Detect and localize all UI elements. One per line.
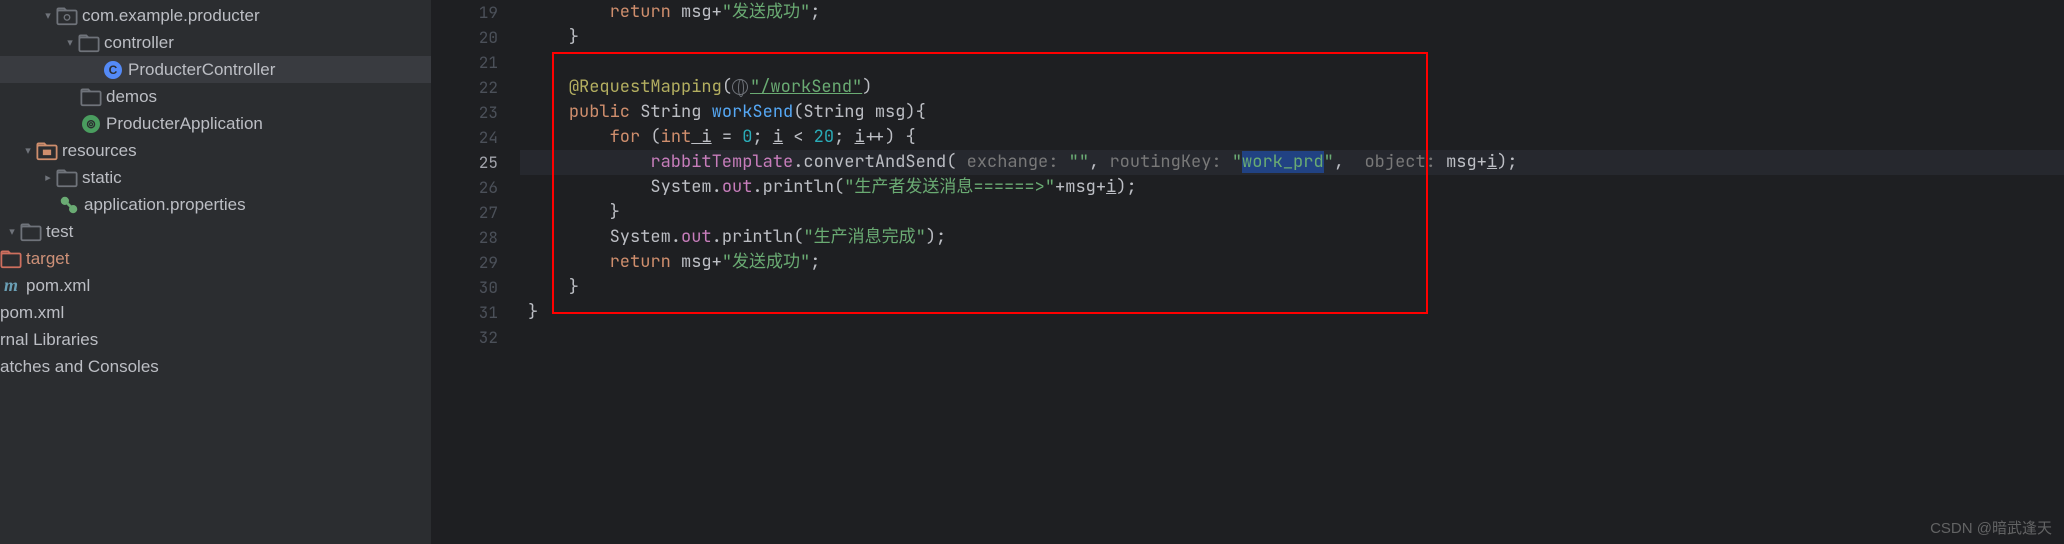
code-line: public String workSend(String msg){ bbox=[528, 100, 2064, 125]
tree-productercontroller[interactable]: C ProducterController bbox=[0, 56, 431, 83]
code-line: } bbox=[528, 200, 2064, 225]
line-number: 22 bbox=[432, 75, 498, 100]
line-number: 30 bbox=[432, 275, 498, 300]
code-line: } bbox=[528, 300, 2064, 325]
tree-label: test bbox=[46, 222, 73, 242]
line-number: 29 bbox=[432, 250, 498, 275]
tree-label: resources bbox=[62, 141, 137, 161]
tree-producterapp[interactable]: ⊚ ProducterApplication bbox=[0, 110, 431, 137]
tree-static[interactable]: ▸ static bbox=[0, 164, 431, 191]
folder-icon bbox=[20, 221, 42, 243]
gutter: 19 20 21 22 23 24 25 26 27 28 29 30 31 3… bbox=[432, 0, 520, 544]
properties-icon bbox=[58, 194, 80, 216]
folder-icon bbox=[78, 32, 100, 54]
tree-label: rnal Libraries bbox=[0, 330, 98, 350]
tree-libs[interactable]: rnal Libraries bbox=[0, 326, 431, 353]
watermark: CSDN @暗武逢天 bbox=[1930, 517, 2052, 538]
tree-label: pom.xml bbox=[0, 303, 64, 323]
tree-package[interactable]: ▾ com.example.producter bbox=[0, 2, 431, 29]
folder-icon bbox=[56, 5, 78, 27]
tree-label: static bbox=[82, 168, 122, 188]
chevron-down-icon: ▾ bbox=[62, 36, 78, 49]
code-line: } bbox=[528, 25, 2064, 50]
line-number: 27 bbox=[432, 200, 498, 225]
code-line bbox=[528, 50, 2064, 75]
tree-label: demos bbox=[106, 87, 157, 107]
line-number: 31 bbox=[432, 300, 498, 325]
tree-target[interactable]: target bbox=[0, 245, 431, 272]
tree-demos[interactable]: demos bbox=[0, 83, 431, 110]
class-icon: ⊚ bbox=[80, 115, 102, 133]
line-number: 23 bbox=[432, 100, 498, 125]
editor[interactable]: 19 20 21 22 23 24 25 26 27 28 29 30 31 3… bbox=[432, 0, 2064, 544]
tree-scratches[interactable]: atches and Consoles bbox=[0, 353, 431, 380]
chevron-right-icon: ▸ bbox=[40, 171, 56, 184]
tree-pom1[interactable]: m pom.xml bbox=[0, 272, 431, 299]
chevron-down-icon: ▾ bbox=[40, 9, 56, 22]
line-number: 24 bbox=[432, 125, 498, 150]
tree-label: pom.xml bbox=[26, 276, 90, 296]
tree-label: application.properties bbox=[84, 195, 246, 215]
globe-icon[interactable] bbox=[732, 79, 748, 95]
code-line: System.out.println("生产消息完成"); bbox=[528, 225, 2064, 250]
tree-resources[interactable]: ▾ resources bbox=[0, 137, 431, 164]
tree-label: atches and Consoles bbox=[0, 357, 159, 377]
resources-icon bbox=[36, 140, 58, 162]
tree-controller[interactable]: ▾ controller bbox=[0, 29, 431, 56]
code-line: @RequestMapping("/workSend") bbox=[528, 75, 2064, 100]
tree-label: ProducterApplication bbox=[106, 114, 263, 134]
folder-icon bbox=[56, 167, 78, 189]
code-content[interactable]: return msg+"发送成功"; } @RequestMapping("/w… bbox=[520, 0, 2064, 544]
tree-label: controller bbox=[104, 33, 174, 53]
tree-test[interactable]: ▾ test bbox=[0, 218, 431, 245]
line-number: 28 bbox=[432, 225, 498, 250]
line-number: 25 bbox=[432, 150, 498, 175]
line-number: 20 bbox=[432, 25, 498, 50]
code-line bbox=[528, 325, 2064, 350]
tree-pom2[interactable]: pom.xml bbox=[0, 299, 431, 326]
tree-label: ProducterController bbox=[128, 60, 275, 80]
line-number: 32 bbox=[432, 325, 498, 350]
target-icon bbox=[0, 250, 22, 268]
tree-label: target bbox=[26, 249, 69, 269]
tree-appprops[interactable]: application.properties bbox=[0, 191, 431, 218]
code-line: rabbitTemplate.convertAndSend( exchange:… bbox=[528, 150, 2064, 175]
code-line: return msg+"发送成功"; bbox=[528, 0, 2064, 25]
code-line: System.out.println("生产者发送消息======>"+msg+… bbox=[528, 175, 2064, 200]
chevron-down-icon: ▾ bbox=[20, 144, 36, 157]
class-icon: C bbox=[102, 61, 124, 79]
line-number: 26 bbox=[432, 175, 498, 200]
line-number: 19 bbox=[432, 0, 498, 25]
maven-icon: m bbox=[0, 275, 22, 296]
code-line: } bbox=[528, 275, 2064, 300]
project-tree[interactable]: ▾ com.example.producter ▾ controller C P… bbox=[0, 0, 432, 544]
tree-label: com.example.producter bbox=[82, 6, 260, 26]
code-line: for (int i = 0; i < 20; i++) { bbox=[528, 125, 2064, 150]
folder-icon bbox=[80, 86, 102, 108]
line-number: 21 bbox=[432, 50, 498, 75]
chevron-down-icon: ▾ bbox=[4, 225, 20, 238]
code-line: return msg+"发送成功"; bbox=[528, 250, 2064, 275]
